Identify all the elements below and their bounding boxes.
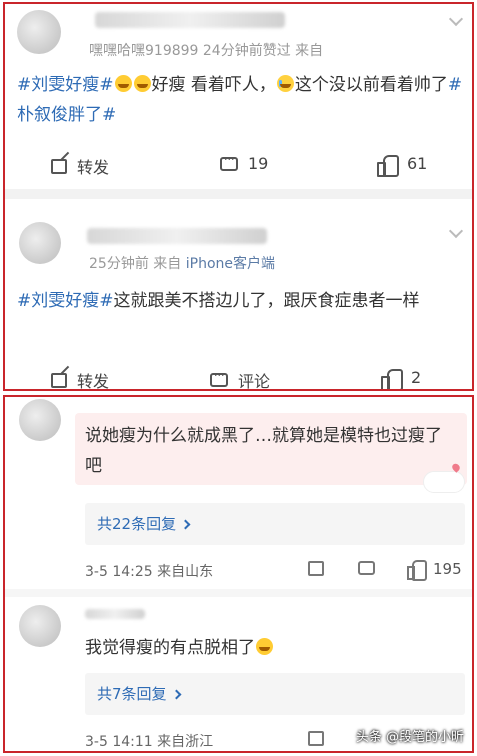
comment-icon [220,153,238,171]
post-text: #刘雯好瘦#这就跟美不搭边儿了，跟厌食症患者一样 [17,286,465,316]
post-time: 25分钟前 [89,256,149,272]
avatar[interactable] [19,222,61,264]
avatar[interactable] [17,10,61,54]
divider [5,189,472,199]
like-button[interactable]: 2 [381,368,422,389]
replies-link[interactable]: 共7条回复 [85,673,465,715]
replies-label: 共22条回复 [97,515,177,533]
post-text-segment: 这就跟美不搭边儿了，跟厌食症患者一样 [113,291,420,311]
comment-meta: 3-5 14:11 来自浙江 [85,734,214,750]
hashtag-link[interactable]: #刘雯好瘦# [17,75,114,95]
chevron-right-icon [180,519,191,530]
comment-text-segment: 我觉得瘦的有点脱相了 [85,638,255,658]
comment-button[interactable]: 19 [220,153,269,173]
repost-icon [51,372,67,388]
repost-button[interactable]: 转发 [51,368,110,391]
replies-link[interactable]: 共22条回复 [85,503,465,545]
post-text-segment: 这个没以前看着帅了 [294,75,448,95]
laugh-cry-emoji [256,638,273,655]
like-icon [377,154,399,177]
crying-emoji [276,75,294,92]
comment-count: 19 [248,154,269,173]
comment-button[interactable]: 评论 [210,368,271,391]
comment-text: 我觉得瘦的有点脱相了 [85,633,455,663]
repost-button[interactable]: 转发 [51,154,109,178]
laugh-cry-emoji [114,75,132,92]
replies-label: 共7条回复 [97,685,167,703]
post-meta: 嘿嘿哈嘿919899 24分钟前赞过 来自 [89,43,324,59]
post-text-segment: 好瘦 看着吓人， [151,75,276,95]
post-source[interactable]: iPhone客户端 [186,256,275,272]
like-count: 2 [411,368,422,387]
like-button[interactable]: 61 [377,154,428,177]
like-icon[interactable] [407,560,427,581]
divider [5,589,472,597]
post-meta: 25分钟前 来自 iPhone客户端 [89,253,275,273]
post-from: 来自 [153,256,182,272]
repost-label: 转发 [77,372,110,391]
post-text: #刘雯好瘦# 好瘦 看着吓人， 这个没以前看着帅了#朴叙俊胖了# [17,70,465,130]
username-blurred [87,228,267,244]
sticker-decoration [423,471,465,493]
comment-text: 说她瘦为什么就成黑了…就算她是模特也过瘦了吧 [85,426,442,476]
repost-icon [51,158,67,174]
chevron-down-icon[interactable] [448,11,464,27]
username-blurred [85,609,145,619]
avatar[interactable] [19,399,61,441]
chevron-down-icon[interactable] [448,223,464,239]
watermark: 头条 @段笔的小昕 [355,730,464,745]
repost-label: 转发 [77,158,110,177]
edit-icon[interactable] [308,731,324,746]
hashtag-link[interactable]: #刘雯好瘦# [17,291,114,311]
comment-label: 评论 [238,372,271,391]
like-count: 61 [407,154,428,173]
posts-frame: 嘿嘿哈嘿919899 24分钟前赞过 来自 #刘雯好瘦# 好瘦 看着吓人， 这个没以… [3,2,474,391]
comments-frame: 说她瘦为什么就成黑了…就算她是模特也过瘦了吧 共22条回复 3-5 14:25 … [3,395,474,753]
edit-icon[interactable] [308,561,324,576]
comment-icon [210,369,228,387]
chevron-right-icon [171,689,181,700]
like-count: 195 [433,560,462,578]
comment-meta: 3-5 14:25 来自山东 [85,564,214,580]
laugh-cry-emoji [133,75,151,92]
like-icon [381,368,403,389]
comment-icon[interactable] [358,561,375,575]
username-blurred [95,12,285,28]
avatar[interactable] [19,605,61,647]
